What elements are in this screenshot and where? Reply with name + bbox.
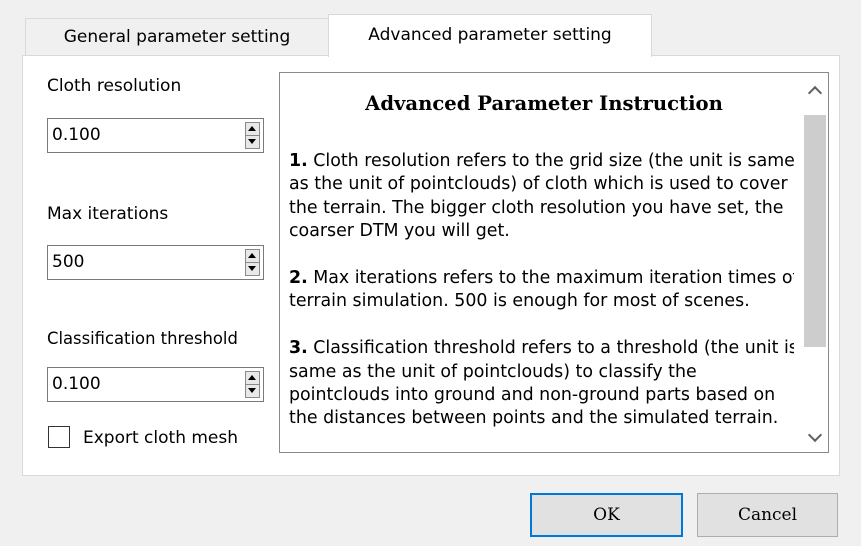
cloth-resolution-value: 0.100 — [52, 125, 101, 145]
triangle-up-icon — [248, 375, 256, 380]
cloth-resolution-label: Cloth resolution — [47, 76, 182, 96]
ok-button[interactable]: OK — [530, 493, 683, 537]
spin-buttons — [245, 371, 260, 398]
chevron-up-icon[interactable] — [804, 82, 826, 104]
classification-threshold-value: 0.100 — [52, 374, 101, 394]
scrollbar-thumb[interactable] — [804, 115, 826, 347]
instruction-number-2: 2. — [289, 268, 308, 289]
classification-threshold-spinbox[interactable]: 0.100 — [47, 367, 264, 402]
instruction-title: Advanced Parameter Instruction — [365, 92, 723, 115]
instruction-text-1: Cloth resolution refers to the grid size… — [289, 151, 795, 242]
instruction-number-1: 1. — [289, 151, 308, 171]
triangle-down-icon — [248, 388, 256, 393]
checkbox-box[interactable] — [48, 426, 70, 448]
classification-threshold-label: Classification threshold — [47, 329, 238, 348]
instruction-paragraph-1: 1. Cloth resolution refers to the grid s… — [289, 150, 799, 244]
instruction-content: Advanced Parameter Instruction 1. Cloth … — [289, 73, 799, 431]
triangle-up-icon — [248, 126, 256, 131]
max-iterations-label: Max iterations — [47, 204, 169, 224]
advanced-settings-panel: Cloth resolution 0.100 Max iterations 50… — [22, 55, 840, 476]
classification-threshold-decrement-button[interactable] — [246, 385, 259, 397]
instruction-paragraph-2: 2. Max iterations refers to the maximum … — [289, 267, 799, 314]
max-iterations-decrement-button[interactable] — [246, 263, 259, 275]
triangle-down-icon — [248, 266, 256, 271]
spin-buttons — [245, 249, 260, 276]
export-cloth-mesh-label: Export cloth mesh — [83, 428, 239, 448]
cloth-resolution-spinbox[interactable]: 0.100 — [47, 118, 264, 153]
instruction-text-3: Classification threshold refers to a thr… — [289, 338, 798, 429]
triangle-down-icon — [248, 139, 256, 144]
vertical-scrollbar[interactable] — [794, 73, 828, 452]
tab-advanced-parameter-setting[interactable]: Advanced parameter setting — [328, 14, 652, 57]
cloth-resolution-decrement-button[interactable] — [246, 136, 259, 148]
spin-buttons — [245, 122, 260, 149]
tab-bar: General parameter setting Advanced param… — [22, 14, 840, 57]
cancel-button[interactable]: Cancel — [697, 493, 838, 537]
triangle-up-icon — [248, 253, 256, 258]
cloth-resolution-increment-button[interactable] — [246, 123, 259, 136]
instruction-text-2: Max iterations refers to the maximum ite… — [289, 268, 799, 312]
instruction-text-area[interactable]: Advanced Parameter Instruction 1. Cloth … — [279, 72, 829, 453]
instruction-paragraph-3: 3. Classification threshold refers to a … — [289, 337, 799, 431]
classification-threshold-increment-button[interactable] — [246, 372, 259, 385]
tab-general-parameter-setting[interactable]: General parameter setting — [25, 18, 329, 55]
max-iterations-increment-button[interactable] — [246, 250, 259, 263]
chevron-down-icon[interactable] — [804, 424, 826, 446]
max-iterations-value: 500 — [52, 252, 85, 272]
instruction-number-3: 3. — [289, 338, 308, 359]
max-iterations-spinbox[interactable]: 500 — [47, 245, 264, 280]
